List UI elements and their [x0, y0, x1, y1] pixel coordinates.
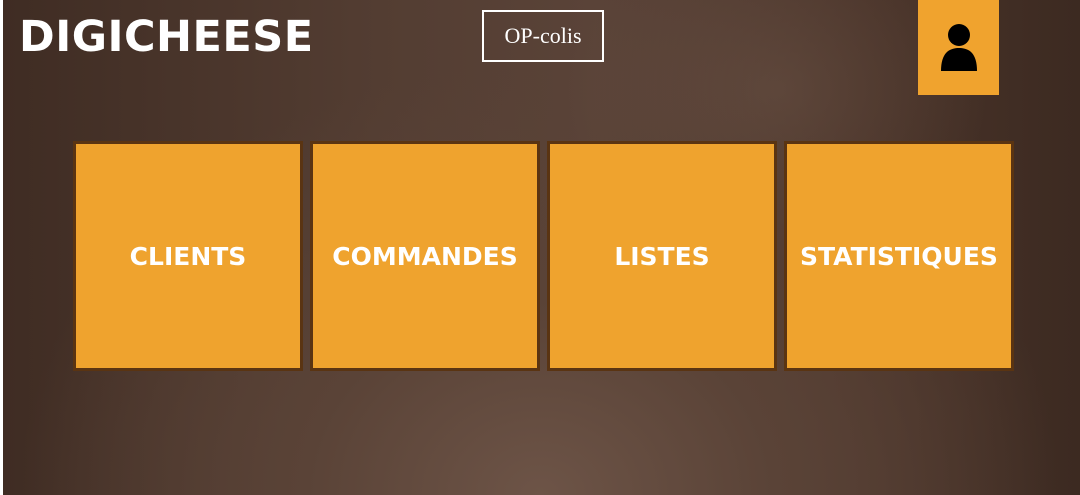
tile-clients-label: CLIENTS: [129, 241, 247, 271]
tile-listes-label: LISTES: [614, 241, 710, 271]
tile-listes[interactable]: LISTES: [547, 141, 777, 371]
tile-clients[interactable]: CLIENTS: [73, 141, 303, 371]
role-label: OP-colis: [482, 10, 604, 62]
tile-commandes-label: COMMANDES: [332, 241, 518, 271]
app-title: DIGICHEESE: [19, 12, 314, 62]
user-button[interactable]: [918, 0, 999, 95]
user-icon: [940, 23, 977, 71]
tile-commandes[interactable]: COMMANDES: [310, 141, 540, 371]
tile-statistiques-label: STATISTIQUES: [800, 241, 998, 271]
tile-statistiques[interactable]: STATISTIQUES: [784, 141, 1014, 371]
window-edge: [0, 0, 3, 495]
